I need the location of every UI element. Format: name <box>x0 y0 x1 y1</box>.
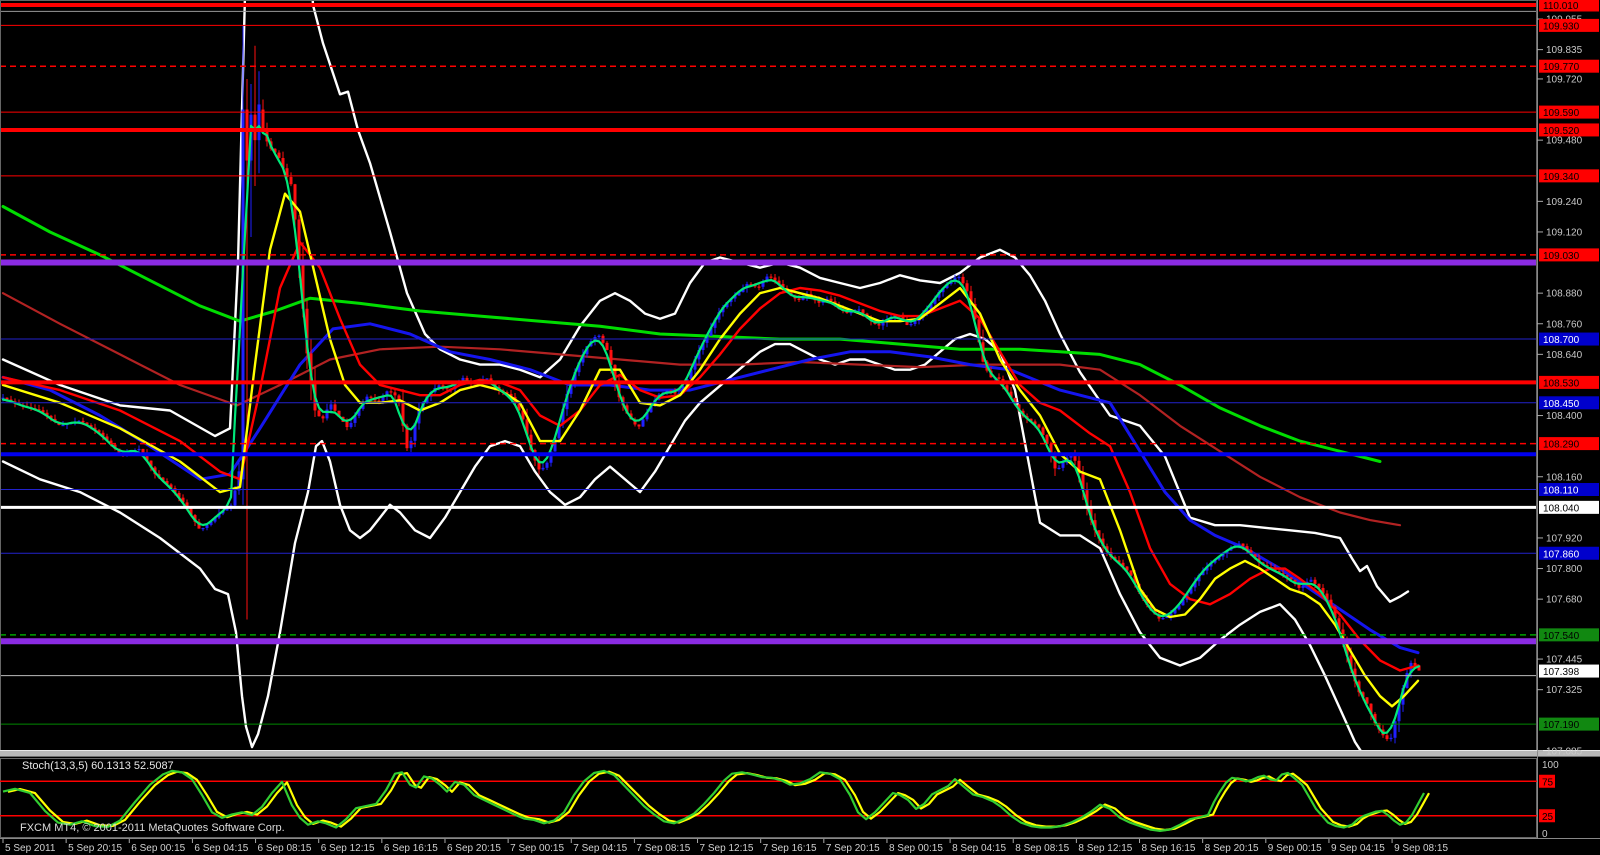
time-axis-label: 8 Sep 00:15 <box>889 843 943 854</box>
red-ma-line <box>1 240 1420 672</box>
crimson-ma-line <box>1 292 1402 527</box>
time-axis-label: 7 Sep 08:15 <box>636 843 690 854</box>
price-badge: 107.398 <box>1539 664 1599 678</box>
time-axis-label: 6 Sep 04:15 <box>194 843 248 854</box>
price-tick-label: 107.920 <box>1546 533 1583 544</box>
pane-splitter[interactable] <box>0 750 1600 757</box>
svg-text:107.190: 107.190 <box>1543 720 1580 731</box>
svg-text:109.590: 109.590 <box>1543 108 1580 119</box>
time-axis-label: 9 Sep 08:15 <box>1394 843 1448 854</box>
price-tick-label: 108.400 <box>1546 411 1583 422</box>
svg-text:107.860: 107.860 <box>1543 549 1580 560</box>
price-tick-label: 108.640 <box>1546 350 1583 361</box>
time-axis-label: 9 Sep 04:15 <box>1331 843 1385 854</box>
time-axis-label: 7 Sep 20:15 <box>826 843 880 854</box>
price-badge: 109.030 <box>1539 248 1599 262</box>
svg-text:25: 25 <box>1542 812 1554 823</box>
time-axis-label: 6 Sep 20:15 <box>447 843 501 854</box>
yellow-ma-line <box>1 192 1420 708</box>
price-tick-label: 107.445 <box>1546 655 1583 666</box>
svg-text:107.398: 107.398 <box>1543 667 1580 678</box>
svg-text:109.340: 109.340 <box>1543 172 1580 183</box>
price-badge: 109.770 <box>1539 59 1599 73</box>
price-tick-label: 109.120 <box>1546 227 1583 238</box>
price-badge: 108.110 <box>1539 483 1599 497</box>
svg-text:108.040: 108.040 <box>1543 503 1580 514</box>
price-badge: 108.450 <box>1539 396 1599 410</box>
price-badge: 107.860 <box>1539 546 1599 560</box>
price-badge: 109.930 <box>1539 18 1599 32</box>
price-tick-label: 109.720 <box>1546 74 1583 85</box>
platform-copyright: FXCM MT4, © 2001-2011 MetaQuotes Softwar… <box>20 822 285 834</box>
price-badge: 108.290 <box>1539 437 1599 451</box>
time-axis-label: 5 Sep 2011 <box>5 843 56 854</box>
price-badge: 108.700 <box>1539 332 1599 346</box>
price-badge: 108.530 <box>1539 375 1599 389</box>
time-axis-label: 6 Sep 00:15 <box>131 843 185 854</box>
time-axis-label: 8 Sep 08:15 <box>1015 843 1069 854</box>
chart-canvas[interactable]: 109.955109.835109.720109.480109.240109.1… <box>0 0 1600 855</box>
svg-text:108.110: 108.110 <box>1543 486 1579 497</box>
price-badge: 109.340 <box>1539 169 1599 183</box>
price-axis[interactable]: 109.955109.835109.720109.480109.240109.1… <box>1537 0 1599 840</box>
price-tick-label: 109.835 <box>1546 45 1583 56</box>
svg-text:109.520: 109.520 <box>1543 126 1580 137</box>
price-tick-label: 109.240 <box>1546 197 1583 208</box>
price-tick-label: 108.760 <box>1546 319 1583 330</box>
time-axis-label: 7 Sep 04:15 <box>573 843 627 854</box>
time-axis-label: 6 Sep 16:15 <box>384 843 438 854</box>
price-tick-label: 107.680 <box>1546 595 1583 606</box>
svg-text:109.770: 109.770 <box>1543 62 1580 73</box>
time-axis-label: 9 Sep 00:15 <box>1268 843 1322 854</box>
time-axis-label: 6 Sep 12:15 <box>321 843 375 854</box>
price-tick-label: 107.325 <box>1546 685 1583 696</box>
stoch-scale-label: 100 <box>1542 760 1559 771</box>
price-badge: 107.190 <box>1539 717 1599 731</box>
svg-text:110.010: 110.010 <box>1543 1 1579 12</box>
svg-text:109.030: 109.030 <box>1543 251 1580 262</box>
time-axis-label: 6 Sep 08:15 <box>258 843 312 854</box>
svg-text:108.700: 108.700 <box>1543 335 1580 346</box>
stoch-level-badge: 25 <box>1539 809 1555 823</box>
stoch-level-badge: 75 <box>1539 774 1555 788</box>
time-axis-label: 5 Sep 20:15 <box>68 843 122 854</box>
svg-text:108.290: 108.290 <box>1543 440 1580 451</box>
svg-text:109.930: 109.930 <box>1543 21 1580 32</box>
price-tick-label: 107.800 <box>1546 564 1583 575</box>
svg-text:108.530: 108.530 <box>1543 378 1580 389</box>
svg-text:108.450: 108.450 <box>1543 399 1580 410</box>
price-badge: 108.040 <box>1539 500 1599 514</box>
price-badge: 109.520 <box>1539 123 1599 137</box>
lime-slow-ma-line <box>1 205 1382 463</box>
price-badge: 107.540 <box>1539 628 1599 642</box>
time-axis-label: 8 Sep 16:15 <box>1142 843 1196 854</box>
time-axis-label: 8 Sep 04:15 <box>952 843 1006 854</box>
stochastic-indicator-label: Stoch(13,3,5) 60.1313 52.5087 <box>22 760 174 772</box>
price-tick-label: 107.085 <box>1546 746 1583 757</box>
time-axis-label: 7 Sep 12:15 <box>700 843 754 854</box>
price-tick-label: 108.160 <box>1546 472 1583 483</box>
time-axis-label: 7 Sep 16:15 <box>763 843 817 854</box>
main-chart-pane[interactable] <box>0 0 1537 783</box>
svg-text:107.540: 107.540 <box>1543 631 1580 642</box>
mt4-terminal: 109.955109.835109.720109.480109.240109.1… <box>0 0 1600 855</box>
price-tick-label: 109.480 <box>1546 136 1583 147</box>
time-axis-label: 8 Sep 20:15 <box>1205 843 1259 854</box>
svg-text:75: 75 <box>1542 777 1554 788</box>
price-badge: 109.590 <box>1539 105 1599 119</box>
time-axis-label: 8 Sep 12:15 <box>1078 843 1132 854</box>
price-tick-label: 108.880 <box>1546 289 1583 300</box>
time-axis-label: 7 Sep 00:15 <box>510 843 564 854</box>
price-badge: 110.010 <box>1539 0 1599 12</box>
time-axis[interactable]: 5 Sep 2011 5 Sep 20:15 6 Sep 00:15 6 Sep 04… <box>0 838 1600 855</box>
